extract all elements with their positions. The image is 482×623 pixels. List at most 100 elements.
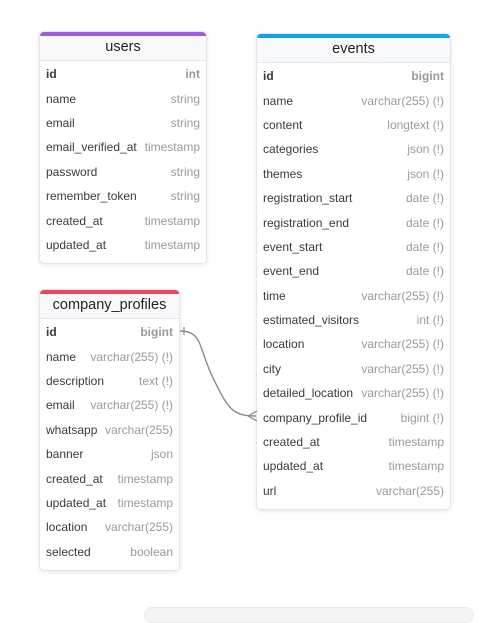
events-field-row-time[interactable]: time varchar(255) (!) bbox=[257, 284, 450, 308]
events-field-row-company-profile-id[interactable]: company_profile_id bigint (!) bbox=[257, 405, 450, 429]
field-type: varchar(255) (!) bbox=[361, 361, 444, 376]
users-field-list: id int name string email string email_verified… bbox=[40, 61, 206, 257]
field-type: text (!) bbox=[138, 373, 173, 388]
field-name: email_verified_at bbox=[46, 140, 137, 155]
field-name: registration_end bbox=[263, 215, 350, 230]
field-type: timestamp bbox=[144, 140, 200, 155]
field-name: updated_at bbox=[46, 237, 107, 252]
field-name: created_at bbox=[46, 213, 103, 228]
events-field-row-estimated-visitors[interactable]: estimated_visitors int (!) bbox=[257, 308, 450, 332]
events-field-row-registration-start[interactable]: registration_start date (!) bbox=[257, 186, 450, 210]
field-name: remember_token bbox=[46, 189, 137, 204]
field-type: varchar(255) bbox=[375, 483, 444, 498]
users-field-row-email[interactable]: email string bbox=[40, 111, 206, 135]
users-table-title: users bbox=[40, 36, 206, 61]
company-profiles-field-row-updated-at[interactable]: updated_at timestamp bbox=[40, 491, 179, 515]
relation-line bbox=[179, 330, 257, 417]
company-profiles-field-row-email[interactable]: email varchar(255) (!) bbox=[40, 393, 179, 417]
company-profiles-field-row-name[interactable]: name varchar(255) (!) bbox=[40, 344, 179, 368]
events-field-row-name[interactable]: name varchar(255) (!) bbox=[257, 88, 450, 112]
field-type: date (!) bbox=[405, 264, 444, 279]
events-field-row-event-end[interactable]: event_end date (!) bbox=[257, 259, 450, 283]
users-table[interactable]: users id int name string email string email_ve… bbox=[39, 31, 207, 264]
events-table[interactable]: events id bigint name varchar(255) (!) conte… bbox=[256, 33, 451, 510]
field-type: date (!) bbox=[405, 239, 444, 254]
users-field-row-password[interactable]: password string bbox=[40, 160, 206, 184]
field-name: location bbox=[46, 520, 88, 535]
company-profiles-field-row-created-at[interactable]: created_at timestamp bbox=[40, 466, 179, 490]
field-type: string bbox=[170, 91, 200, 106]
events-field-row-detailed-location[interactable]: detailed_location varchar(255) (!) bbox=[257, 381, 450, 405]
field-name: description bbox=[46, 373, 105, 388]
field-name: content bbox=[263, 117, 303, 132]
users-field-row-email-verified-at[interactable]: email_verified_at timestamp bbox=[40, 135, 206, 159]
field-name: registration_start bbox=[263, 191, 353, 206]
field-name: time bbox=[263, 288, 286, 303]
events-field-row-themes[interactable]: themes json (!) bbox=[257, 162, 450, 186]
field-name: created_at bbox=[46, 471, 103, 486]
field-name: city bbox=[263, 361, 281, 376]
field-type: bigint (!) bbox=[400, 410, 444, 425]
field-type: longtext (!) bbox=[387, 117, 444, 132]
field-type: varchar(255) (!) bbox=[361, 386, 444, 401]
users-field-row-updated-at[interactable]: updated_at timestamp bbox=[40, 233, 206, 257]
events-field-row-event-start[interactable]: event_start date (!) bbox=[257, 235, 450, 259]
field-name: event_start bbox=[263, 239, 323, 254]
users-field-row-id[interactable]: id int bbox=[40, 62, 206, 86]
events-field-row-registration-end[interactable]: registration_end date (!) bbox=[257, 210, 450, 234]
events-field-row-id[interactable]: id bigint bbox=[257, 64, 450, 88]
field-type: varchar(255) (!) bbox=[361, 337, 444, 352]
field-type: date (!) bbox=[405, 191, 444, 206]
field-name: company_profile_id bbox=[263, 410, 368, 425]
field-name: email bbox=[46, 115, 75, 130]
field-type: timestamp bbox=[144, 213, 200, 228]
field-type: int bbox=[185, 67, 200, 82]
field-type: bigint bbox=[411, 69, 444, 84]
field-name: detailed_location bbox=[263, 386, 354, 401]
field-name: whatsapp bbox=[46, 422, 98, 437]
events-field-row-updated-at[interactable]: updated_at timestamp bbox=[257, 454, 450, 478]
field-type: date (!) bbox=[405, 215, 444, 230]
users-field-row-remember-token[interactable]: remember_token string bbox=[40, 184, 206, 208]
field-name: selected bbox=[46, 544, 91, 559]
company-profiles-field-list: id bigint name varchar(255) (!) description t… bbox=[40, 319, 179, 564]
users-field-row-name[interactable]: name string bbox=[40, 86, 206, 110]
events-field-row-location[interactable]: location varchar(255) (!) bbox=[257, 332, 450, 356]
events-field-row-categories[interactable]: categories json (!) bbox=[257, 137, 450, 161]
field-type: varchar(255) (!) bbox=[90, 349, 173, 364]
field-type: string bbox=[170, 115, 200, 130]
events-field-list: id bigint name varchar(255) (!) content longt… bbox=[257, 63, 450, 503]
field-name: updated_at bbox=[263, 459, 324, 474]
users-field-row-created-at[interactable]: created_at timestamp bbox=[40, 208, 206, 232]
field-type: json (!) bbox=[407, 166, 444, 181]
field-name: location bbox=[263, 337, 305, 352]
field-name: created_at bbox=[263, 435, 320, 450]
field-name: id bbox=[263, 69, 274, 84]
field-type: json bbox=[150, 447, 173, 462]
field-type: varchar(255) bbox=[104, 520, 173, 535]
company-profiles-field-row-banner[interactable]: banner json bbox=[40, 442, 179, 466]
field-name: name bbox=[263, 93, 294, 108]
field-type: json (!) bbox=[407, 142, 444, 157]
field-type: timestamp bbox=[117, 495, 173, 510]
field-name: event_end bbox=[263, 264, 320, 279]
bottom-toolbar[interactable] bbox=[144, 607, 474, 623]
field-name: updated_at bbox=[46, 495, 107, 510]
field-type: varchar(255) (!) bbox=[361, 93, 444, 108]
company-profiles-field-row-id[interactable]: id bigint bbox=[40, 320, 179, 344]
events-field-row-created-at[interactable]: created_at timestamp bbox=[257, 430, 450, 454]
field-name: categories bbox=[263, 142, 319, 157]
events-field-row-content[interactable]: content longtext (!) bbox=[257, 113, 450, 137]
company-profiles-field-row-selected[interactable]: selected boolean bbox=[40, 540, 179, 564]
field-type: boolean bbox=[130, 544, 173, 559]
field-type: int (!) bbox=[416, 313, 444, 328]
company-profiles-field-row-location[interactable]: location varchar(255) bbox=[40, 515, 179, 539]
field-type: timestamp bbox=[388, 435, 444, 450]
company-profiles-table[interactable]: company_profiles id bigint name varchar(255… bbox=[39, 289, 180, 571]
field-type: bigint bbox=[140, 325, 173, 340]
company-profiles-field-row-whatsapp[interactable]: whatsapp varchar(255) bbox=[40, 418, 179, 442]
events-field-row-city[interactable]: city varchar(255) (!) bbox=[257, 357, 450, 381]
field-name: themes bbox=[263, 166, 303, 181]
company-profiles-field-row-description[interactable]: description text (!) bbox=[40, 369, 179, 393]
events-field-row-url[interactable]: url varchar(255) bbox=[257, 479, 450, 503]
